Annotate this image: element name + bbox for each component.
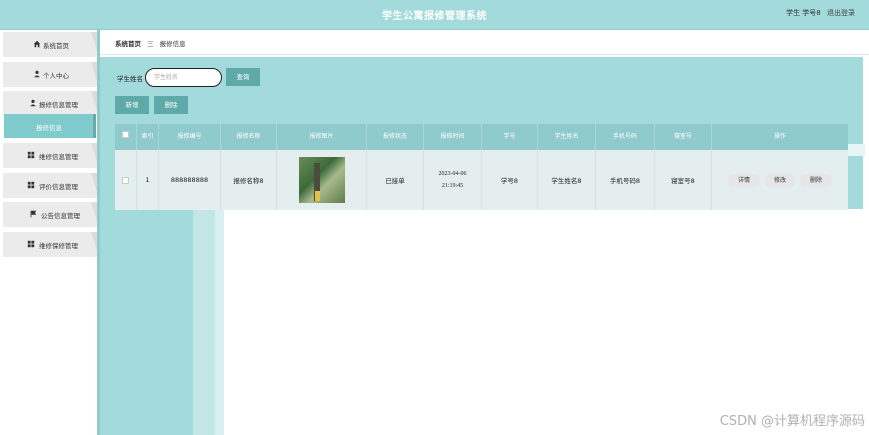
panel-decoration [215, 201, 224, 435]
sidebar-item-label: 个人中心 [43, 72, 69, 80]
top-bar: 学生公寓报修管理系统 学生 学号8 退出登录 [0, 0, 869, 30]
sidebar-item-label: 系统首页 [43, 42, 69, 50]
header-cell: 报修状态 [367, 124, 424, 150]
header-cell: 操作 [773, 133, 786, 140]
header-cell: 寝室号 [655, 124, 712, 150]
sidebar-item-maintenance[interactable]: 维修信息管理 [3, 143, 99, 168]
search-input[interactable] [145, 68, 222, 87]
home-icon [33, 40, 41, 48]
query-button[interactable]: 查询 [226, 68, 260, 86]
user-label: 学生 学号8 [786, 9, 821, 17]
header-cell: 手机号码 [596, 124, 655, 150]
breadcrumb-separator: 三 [147, 40, 154, 48]
breadcrumb-current: 报修信息 [159, 40, 186, 48]
table-row: 1 888888888 报修名称8 已接单 2023-04-06 21:19:4… [115, 150, 848, 210]
sidebar-item-label: 维修保修管理 [39, 242, 78, 250]
panel-decoration [848, 144, 865, 156]
cell-status: 已接单 [367, 150, 424, 210]
delete-button[interactable]: 删除 [154, 96, 188, 114]
search-label: 学生姓名 [117, 75, 143, 83]
user-icon [30, 99, 36, 107]
sidebar-item-warranty[interactable]: 维修保修管理 [3, 232, 99, 257]
cell-phone: 手机号码8 [596, 150, 655, 210]
sidebar-subitem-repair-info[interactable]: 报修信息 [4, 114, 96, 138]
header-cell: 报修图片 [277, 124, 367, 150]
row-delete-button[interactable]: 删除 [800, 173, 832, 187]
sidebar-item-evaluation[interactable]: 评价信息管理 [3, 173, 99, 198]
panel-decoration [193, 201, 215, 435]
flag-icon [30, 210, 37, 218]
cell-room: 寝室号8 [655, 150, 712, 210]
app-title: 学生公寓报修管理系统 [382, 11, 487, 22]
breadcrumb-home[interactable]: 系统首页 [115, 40, 141, 48]
cell-repair-image [277, 150, 367, 210]
sidebar-item-label: 评价信息管理 [39, 183, 78, 191]
cell-repair-no: 888888888 [159, 150, 221, 210]
cell-student-no: 学号8 [482, 150, 538, 210]
detail-button[interactable]: 详情 [728, 173, 760, 187]
header-cell: 学号 [482, 124, 538, 150]
add-button[interactable]: 新增 [115, 96, 149, 114]
sidebar-item-notice[interactable]: 公告信息管理 [3, 202, 99, 227]
row-checkbox[interactable] [122, 176, 129, 184]
content-panel: 学生姓名 查询 新增 删除 索引 报修编号 报修名称 报修图片 报修状态 报修时… [100, 57, 865, 435]
cell-time: 2023-04-06 21:19:45 [424, 150, 482, 210]
row-select[interactable] [115, 150, 137, 210]
sidebar-item-label: 公告信息管理 [41, 212, 80, 220]
watermark: CSDN @计算机程序源码 [719, 414, 865, 429]
cell-actions: 详情 修改 删除 [712, 150, 848, 210]
cell-repair-name: 报修名称8 [221, 150, 277, 210]
user-box: 学生 学号8 退出登录 [786, 8, 855, 18]
cell-student-name: 学生姓名8 [538, 150, 596, 210]
select-all-checkbox[interactable] [122, 131, 129, 138]
repair-photo[interactable] [298, 157, 345, 203]
sidebar-item-profile[interactable]: 个人中心 [3, 62, 99, 87]
cell-index: 1 [137, 150, 159, 210]
sidebar: 系统首页 个人中心 报修信息管理 报修信息 维修信息管理 评价信息管理 公告信息… [0, 30, 100, 435]
sidebar-item-repair-manage[interactable]: 报修信息管理 [3, 91, 99, 116]
user-icon [34, 70, 40, 78]
header-cell: 报修编号 [159, 124, 221, 150]
sidebar-item-label: 报修信息 [36, 124, 62, 132]
sidebar-item-label: 维修信息管理 [39, 153, 78, 161]
grid-icon [27, 240, 35, 248]
header-cell: 学生姓名 [538, 124, 596, 150]
grid-icon [27, 151, 35, 159]
edit-button[interactable]: 修改 [764, 173, 796, 187]
header-cell: 索引 [137, 124, 159, 150]
header-cell: 报修名称 [221, 124, 277, 150]
logout-link[interactable]: 退出登录 [827, 9, 855, 17]
breadcrumb: 系统首页 三 报修信息 [100, 30, 869, 55]
table-header: 索引 报修编号 报修名称 报修图片 报修状态 报修时间 学号 学生姓名 手机号码… [115, 124, 848, 150]
grid-icon [27, 181, 35, 189]
header-cell: 报修时间 [424, 124, 482, 150]
header-select-all[interactable] [115, 124, 137, 150]
sidebar-item-home[interactable]: 系统首页 [3, 32, 99, 57]
panel-body [224, 209, 863, 435]
sidebar-item-label: 报修信息管理 [39, 101, 78, 109]
